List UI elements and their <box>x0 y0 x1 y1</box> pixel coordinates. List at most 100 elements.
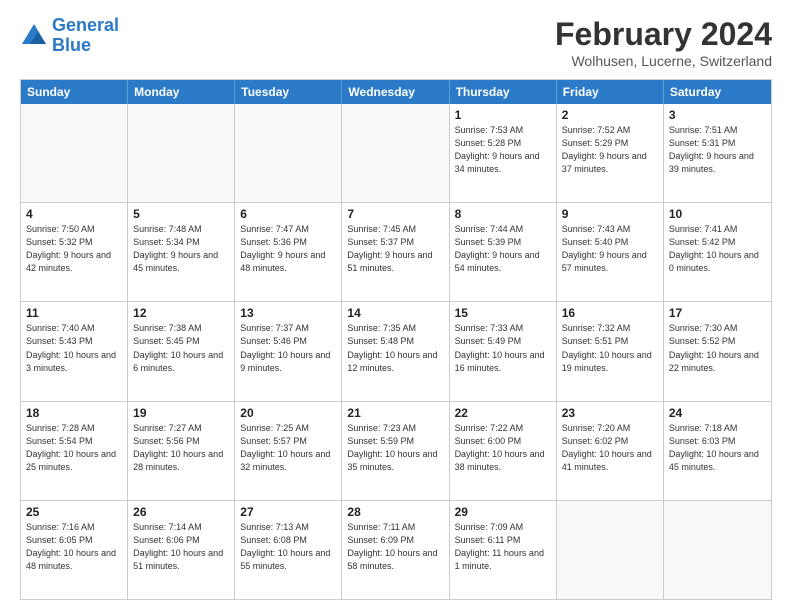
weekday-header-thursday: Thursday <box>450 80 557 104</box>
day-number: 11 <box>26 306 122 320</box>
day-info: Sunrise: 7:37 AMSunset: 5:46 PMDaylight:… <box>240 322 336 374</box>
day-info: Sunrise: 7:20 AMSunset: 6:02 PMDaylight:… <box>562 422 658 474</box>
day-cell-21: 21 Sunrise: 7:23 AMSunset: 5:59 PMDayligh… <box>342 402 449 500</box>
day-info: Sunrise: 7:51 AMSunset: 5:31 PMDaylight:… <box>669 124 766 176</box>
day-info: Sunrise: 7:45 AMSunset: 5:37 PMDaylight:… <box>347 223 443 275</box>
day-info: Sunrise: 7:13 AMSunset: 6:08 PMDaylight:… <box>240 521 336 573</box>
day-number: 25 <box>26 505 122 519</box>
day-number: 16 <box>562 306 658 320</box>
day-cell-26: 26Sunrise: 7:14 AMSunset: 6:06 PMDayligh… <box>128 501 235 599</box>
page: General Blue February 2024 Wolhusen, Luc… <box>0 0 792 612</box>
day-number: 15 <box>455 306 551 320</box>
day-number: 20 <box>240 406 336 420</box>
day-info: Sunrise: 7:28 AMSunset: 5:54 PMDaylight:… <box>26 422 122 474</box>
calendar: SundayMondayTuesdayWednesdayThursdayFrid… <box>20 79 772 600</box>
day-cell-9: 9 Sunrise: 7:43 AMSunset: 5:40 PMDaylight… <box>557 203 664 301</box>
day-number: 14 <box>347 306 443 320</box>
day-cell-28: 28 Sunrise: 7:11 AMSunset: 6:09 PMDayligh… <box>342 501 449 599</box>
day-info: Sunrise: 7:25 AMSunset: 5:57 PMDaylight:… <box>240 422 336 474</box>
day-number: 12 <box>133 306 229 320</box>
day-info: Sunrise: 7:33 AMSunset: 5:49 PMDaylight:… <box>455 322 551 374</box>
day-info: Sunrise: 7:53 AMSunset: 5:28 PMDaylight:… <box>455 124 551 176</box>
day-info: Sunrise: 7:30 AMSunset: 5:52 PMDaylight:… <box>669 322 766 374</box>
empty-cell <box>664 501 771 599</box>
day-number: 22 <box>455 406 551 420</box>
day-number: 2 <box>562 108 658 122</box>
day-cell-12: 12 Sunrise: 7:38 AMSunset: 5:45 PMDayligh… <box>128 302 235 400</box>
day-info: Sunrise: 7:18 AMSunset: 6:03 PMDaylight:… <box>669 422 766 474</box>
day-number: 29 <box>455 505 551 519</box>
day-cell-3: 3 Sunrise: 7:51 AMSunset: 5:31 PMDaylight… <box>664 104 771 202</box>
calendar-body: 1 Sunrise: 7:53 AMSunset: 5:28 PMDaylight… <box>21 104 771 599</box>
day-number: 4 <box>26 207 122 221</box>
day-cell-10: 10 Sunrise: 7:41 AMSunset: 5:42 PMDayligh… <box>664 203 771 301</box>
calendar-row-1: 4Sunrise: 7:50 AMSunset: 5:32 PMDaylight… <box>21 202 771 301</box>
day-info: Sunrise: 7:40 AMSunset: 5:43 PMDaylight:… <box>26 322 122 374</box>
day-info: Sunrise: 7:09 AMSunset: 6:11 PMDaylight:… <box>455 521 551 573</box>
title-block: February 2024 Wolhusen, Lucerne, Switzer… <box>555 16 772 69</box>
day-number: 1 <box>455 108 551 122</box>
day-info: Sunrise: 7:38 AMSunset: 5:45 PMDaylight:… <box>133 322 229 374</box>
day-info: Sunrise: 7:43 AMSunset: 5:40 PMDaylight:… <box>562 223 658 275</box>
day-info: Sunrise: 7:35 AMSunset: 5:48 PMDaylight:… <box>347 322 443 374</box>
day-info: Sunrise: 7:32 AMSunset: 5:51 PMDaylight:… <box>562 322 658 374</box>
day-number: 10 <box>669 207 766 221</box>
logo-line2: Blue <box>52 35 91 55</box>
month-title: February 2024 <box>555 16 772 53</box>
day-cell-13: 13 Sunrise: 7:37 AMSunset: 5:46 PMDayligh… <box>235 302 342 400</box>
day-info: Sunrise: 7:27 AMSunset: 5:56 PMDaylight:… <box>133 422 229 474</box>
day-info: Sunrise: 7:11 AMSunset: 6:09 PMDaylight:… <box>347 521 443 573</box>
day-number: 6 <box>240 207 336 221</box>
day-number: 21 <box>347 406 443 420</box>
day-info: Sunrise: 7:14 AMSunset: 6:06 PMDaylight:… <box>133 521 229 573</box>
day-number: 13 <box>240 306 336 320</box>
day-cell-25: 25 Sunrise: 7:16 AMSunset: 6:05 PMDayligh… <box>21 501 128 599</box>
day-cell-1: 1 Sunrise: 7:53 AMSunset: 5:28 PMDaylight… <box>450 104 557 202</box>
weekday-header-sunday: Sunday <box>21 80 128 104</box>
weekday-header-wednesday: Wednesday <box>342 80 449 104</box>
day-number: 23 <box>562 406 658 420</box>
empty-cell <box>21 104 128 202</box>
day-cell-5: 5Sunrise: 7:48 AMSunset: 5:34 PMDaylight… <box>128 203 235 301</box>
day-cell-29: 29 Sunrise: 7:09 AMSunset: 6:11 PMDayligh… <box>450 501 557 599</box>
day-number: 17 <box>669 306 766 320</box>
day-info: Sunrise: 7:23 AMSunset: 5:59 PMDaylight:… <box>347 422 443 474</box>
day-number: 24 <box>669 406 766 420</box>
day-cell-16: 16 Sunrise: 7:32 AMSunset: 5:51 PMDayligh… <box>557 302 664 400</box>
day-cell-24: 24 Sunrise: 7:18 AMSunset: 6:03 PMDayligh… <box>664 402 771 500</box>
day-info: Sunrise: 7:48 AMSunset: 5:34 PMDaylight:… <box>133 223 229 275</box>
header: General Blue February 2024 Wolhusen, Luc… <box>20 16 772 69</box>
location: Wolhusen, Lucerne, Switzerland <box>555 53 772 69</box>
day-cell-18: 18 Sunrise: 7:28 AMSunset: 5:54 PMDayligh… <box>21 402 128 500</box>
logo-icon <box>20 22 48 50</box>
day-info: Sunrise: 7:52 AMSunset: 5:29 PMDaylight:… <box>562 124 658 176</box>
empty-cell <box>557 501 664 599</box>
empty-cell <box>342 104 449 202</box>
day-info: Sunrise: 7:47 AMSunset: 5:36 PMDaylight:… <box>240 223 336 275</box>
day-cell-15: 15 Sunrise: 7:33 AMSunset: 5:49 PMDayligh… <box>450 302 557 400</box>
logo-line1: General <box>52 15 119 35</box>
calendar-row-4: 25 Sunrise: 7:16 AMSunset: 6:05 PMDayligh… <box>21 500 771 599</box>
day-cell-17: 17 Sunrise: 7:30 AMSunset: 5:52 PMDayligh… <box>664 302 771 400</box>
day-cell-8: 8Sunrise: 7:44 AMSunset: 5:39 PMDaylight… <box>450 203 557 301</box>
logo-text: General Blue <box>52 16 119 56</box>
day-info: Sunrise: 7:22 AMSunset: 6:00 PMDaylight:… <box>455 422 551 474</box>
day-number: 18 <box>26 406 122 420</box>
weekday-header-friday: Friday <box>557 80 664 104</box>
calendar-header: SundayMondayTuesdayWednesdayThursdayFrid… <box>21 80 771 104</box>
day-number: 19 <box>133 406 229 420</box>
day-cell-19: 19 Sunrise: 7:27 AMSunset: 5:56 PMDayligh… <box>128 402 235 500</box>
day-number: 28 <box>347 505 443 519</box>
day-cell-23: 23 Sunrise: 7:20 AMSunset: 6:02 PMDayligh… <box>557 402 664 500</box>
day-cell-20: 20 Sunrise: 7:25 AMSunset: 5:57 PMDayligh… <box>235 402 342 500</box>
day-cell-6: 6 Sunrise: 7:47 AMSunset: 5:36 PMDaylight… <box>235 203 342 301</box>
weekday-header-saturday: Saturday <box>664 80 771 104</box>
day-number: 9 <box>562 207 658 221</box>
day-number: 3 <box>669 108 766 122</box>
calendar-row-3: 18 Sunrise: 7:28 AMSunset: 5:54 PMDayligh… <box>21 401 771 500</box>
day-info: Sunrise: 7:41 AMSunset: 5:42 PMDaylight:… <box>669 223 766 275</box>
logo: General Blue <box>20 16 119 56</box>
day-cell-7: 7Sunrise: 7:45 AMSunset: 5:37 PMDaylight… <box>342 203 449 301</box>
day-info: Sunrise: 7:16 AMSunset: 6:05 PMDaylight:… <box>26 521 122 573</box>
day-cell-27: 27Sunrise: 7:13 AMSunset: 6:08 PMDayligh… <box>235 501 342 599</box>
